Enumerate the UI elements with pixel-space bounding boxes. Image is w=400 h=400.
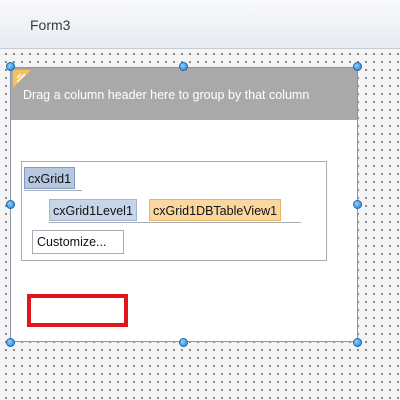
- resize-handle-bottom-right[interactable]: [353, 338, 362, 347]
- customize-highlight: [27, 294, 128, 327]
- level-node[interactable]: cxGrid1Level1: [49, 199, 137, 221]
- resize-handle-middle-left[interactable]: [6, 200, 15, 209]
- resize-handle-top-left[interactable]: [6, 62, 15, 71]
- resize-handle-bottom-center[interactable]: [179, 338, 188, 347]
- group-by-panel[interactable]: Drag a column header here to group by th…: [11, 68, 357, 120]
- group-panel-text: Drag a column header here to group by th…: [23, 88, 310, 102]
- form-title: Form3: [30, 17, 71, 33]
- group-by-corner-icon: [13, 70, 31, 88]
- view-node[interactable]: cxGrid1DBTableView1: [149, 199, 282, 221]
- grid-structure-navigator: cxGrid1 cxGrid1Level1 cxGrid1DBTableView…: [21, 161, 327, 261]
- grid-node-divider: [24, 190, 82, 191]
- grid-node[interactable]: cxGrid1: [24, 167, 76, 189]
- level-node-divider: [49, 222, 301, 223]
- resize-handle-top-right[interactable]: [353, 62, 362, 71]
- resize-handle-top-center[interactable]: [179, 62, 188, 71]
- resize-handle-bottom-left[interactable]: [6, 338, 15, 347]
- form-title-bar: Form3: [0, 0, 400, 49]
- customize-button[interactable]: Customize...: [32, 230, 124, 254]
- resize-handle-middle-right[interactable]: [353, 200, 362, 209]
